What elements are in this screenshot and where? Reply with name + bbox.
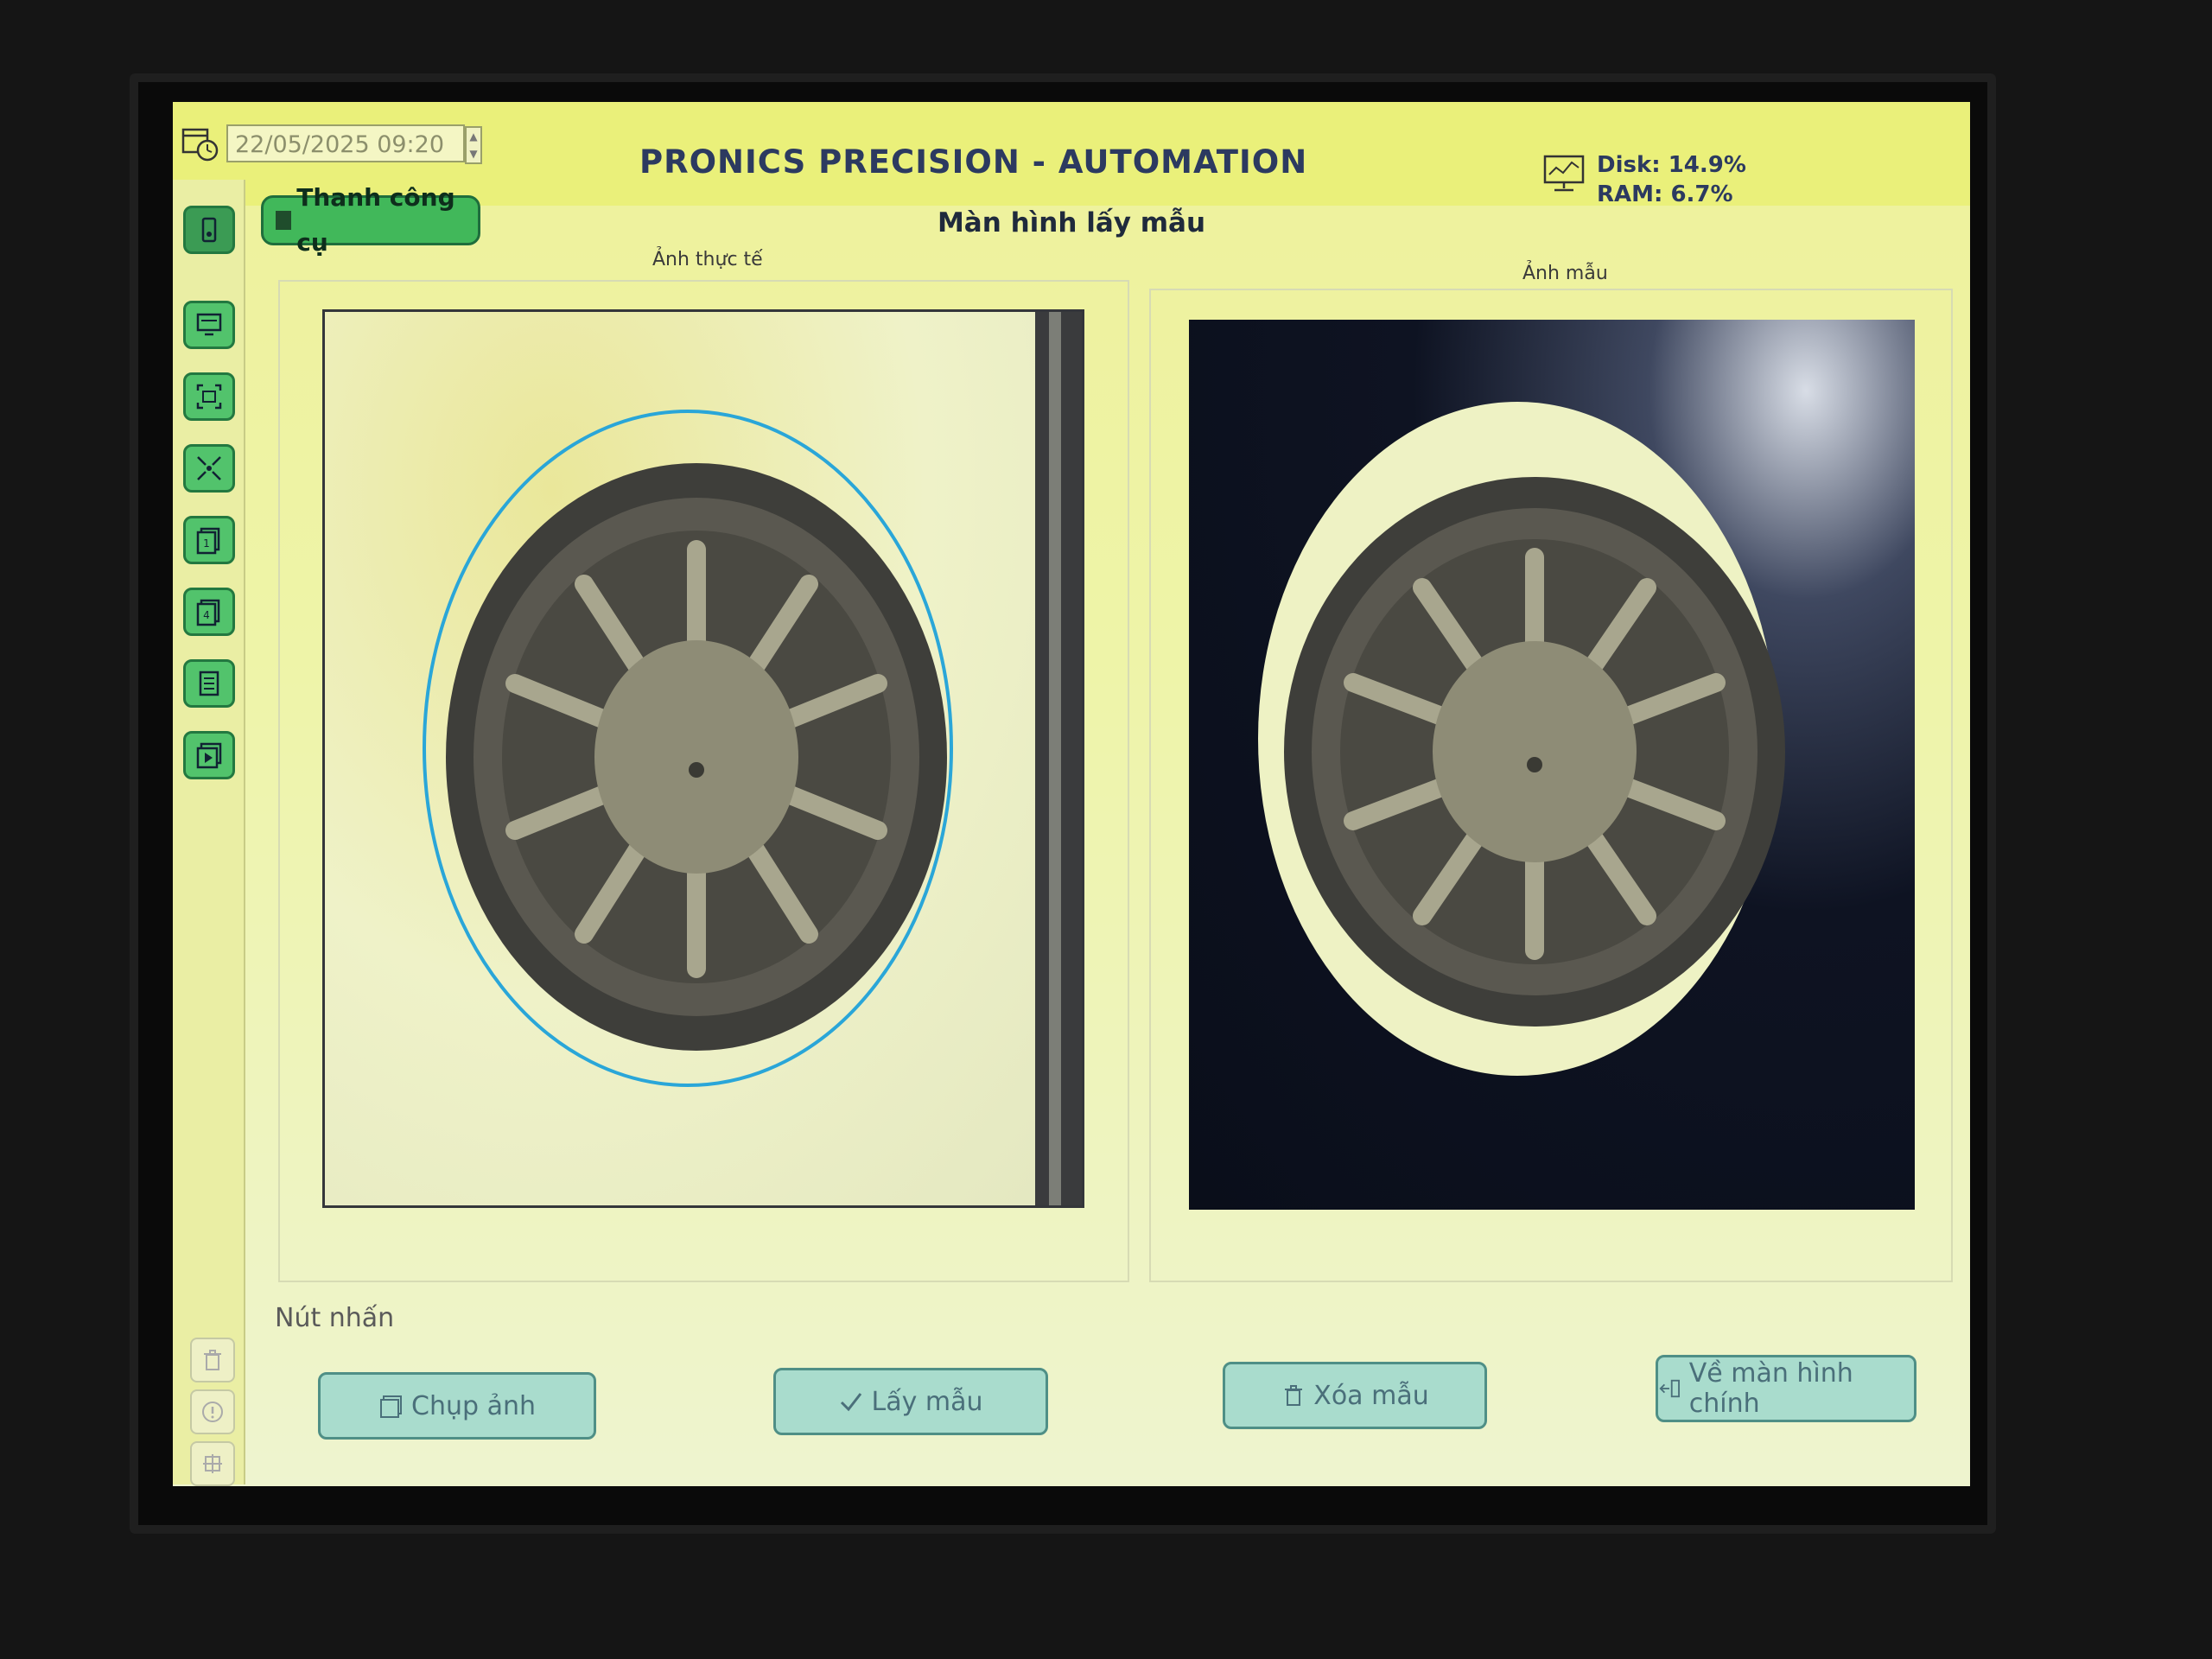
sidebar-item-trash[interactable]: [190, 1338, 235, 1382]
take-sample-label: Lấy mẫu: [871, 1386, 983, 1417]
hmi-screen: 22/05/2025 09:20 ▲ ▼ PRONICS PRECISION - …: [173, 102, 1970, 1486]
sidebar-item-frame[interactable]: [183, 372, 235, 421]
sample-image-label: Ảnh mẫu: [1522, 263, 1608, 284]
sample-part-image: [1258, 402, 1785, 1076]
sidebar-item-info[interactable]: [190, 1389, 235, 1434]
media-icon: [196, 742, 222, 769]
sidebar-item-monitor[interactable]: [183, 301, 235, 349]
info-icon: [202, 1402, 223, 1422]
buttons-section-label: Nút nhấn: [275, 1303, 395, 1333]
svg-text:4: 4: [203, 609, 210, 621]
delete-sample-label: Xóa mẫu: [1313, 1380, 1429, 1411]
datetime-value: 22/05/2025 09:20: [235, 131, 445, 158]
svg-text:1: 1: [203, 537, 210, 550]
actual-part-image: [423, 312, 1082, 1205]
checkmark-icon: [841, 1393, 862, 1412]
system-monitor-icon: [1543, 155, 1585, 192]
monitor-icon: [196, 313, 222, 336]
actual-image-view: [322, 309, 1084, 1208]
calendar-clock-icon: [181, 128, 219, 162]
expand-icon: [203, 1454, 222, 1473]
sidebar-item-page-4[interactable]: 4: [183, 588, 235, 636]
image-capture-icon: [380, 1395, 403, 1418]
back-to-main-label: Về màn hình chính: [1688, 1358, 1853, 1419]
sidebar-item-page-1[interactable]: 1: [183, 516, 235, 564]
toolbar-icon: [276, 211, 292, 230]
disk-usage: Disk: 14.9%: [1597, 152, 1746, 178]
page-4-icon: 4: [196, 599, 220, 626]
take-sample-button[interactable]: Lấy mẫu: [773, 1368, 1048, 1435]
capture-button[interactable]: Chụp ảnh: [318, 1372, 596, 1440]
capture-label: Chụp ảnh: [411, 1390, 536, 1421]
datetime-spinner[interactable]: ▲ ▼: [465, 126, 482, 164]
list-icon: [199, 671, 219, 696]
left-sidebar: 1 4: [173, 180, 245, 1486]
datetime-field[interactable]: 22/05/2025 09:20 ▲ ▼: [226, 124, 482, 164]
app-title: PRONICS PRECISION - AUTOMATION: [639, 143, 1308, 181]
sidebar-item-media[interactable]: [183, 731, 235, 779]
camera-icon: [201, 217, 217, 243]
sidebar-item-expand[interactable]: [190, 1441, 235, 1486]
toolbar-toggle-button[interactable]: Thanh công cụ: [261, 183, 480, 257]
datetime-control[interactable]: 22/05/2025 09:20 ▲ ▼: [181, 124, 482, 164]
sample-image-view: [1189, 320, 1915, 1210]
sidebar-item-crosshair[interactable]: [183, 444, 235, 493]
ram-usage: RAM: 6.7%: [1597, 181, 1733, 207]
crosshair-icon: [197, 456, 221, 480]
actual-image-label: Ảnh thực tế: [652, 249, 763, 270]
back-to-main-button[interactable]: Về màn hình chính: [1656, 1355, 1916, 1422]
exit-arrow-icon: [1659, 1379, 1680, 1398]
trash-icon: [1285, 1385, 1303, 1406]
trash-icon: [204, 1350, 221, 1370]
frame-icon: [196, 384, 222, 410]
sidebar-item-camera[interactable]: [183, 206, 235, 254]
system-stats: Disk: 14.9% RAM: 6.7%: [1597, 150, 1746, 209]
delete-sample-button[interactable]: Xóa mẫu: [1223, 1362, 1487, 1429]
toolbar-toggle-label: Thanh công cụ: [296, 183, 455, 257]
page-1-icon: 1: [196, 527, 220, 555]
sidebar-item-list[interactable]: [183, 659, 235, 708]
